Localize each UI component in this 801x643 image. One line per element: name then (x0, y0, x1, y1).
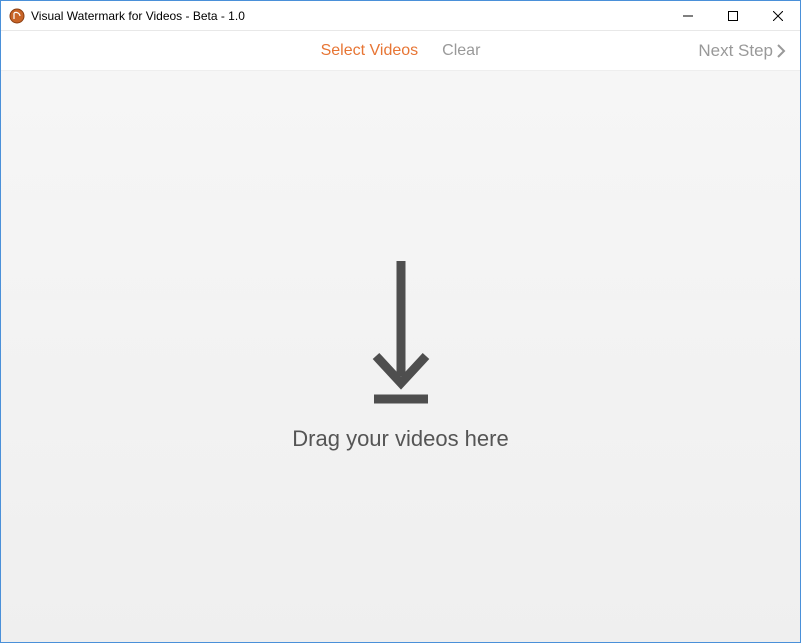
toolbar: Select Videos Clear Next Step (1, 31, 800, 71)
drop-area[interactable]: Drag your videos here (1, 71, 800, 642)
maximize-icon (728, 11, 738, 21)
close-button[interactable] (755, 1, 800, 30)
select-videos-button[interactable]: Select Videos (321, 42, 419, 60)
close-icon (773, 11, 783, 21)
chevron-right-icon (777, 43, 786, 59)
titlebar: Visual Watermark for Videos - Beta - 1.0 (1, 1, 800, 31)
app-icon (9, 8, 25, 24)
window-title: Visual Watermark for Videos - Beta - 1.0 (31, 9, 245, 23)
minimize-icon (683, 11, 693, 21)
toolbar-center: Select Videos Clear (321, 42, 481, 60)
drop-prompt: Drag your videos here (292, 426, 508, 452)
titlebar-left: Visual Watermark for Videos - Beta - 1.0 (9, 8, 245, 24)
clear-button[interactable]: Clear (442, 42, 480, 60)
minimize-button[interactable] (665, 1, 710, 30)
maximize-button[interactable] (710, 1, 755, 30)
next-step-label: Next Step (698, 41, 773, 61)
window-controls (665, 1, 800, 30)
next-step-button[interactable]: Next Step (698, 41, 786, 61)
download-arrow-icon (366, 261, 436, 406)
